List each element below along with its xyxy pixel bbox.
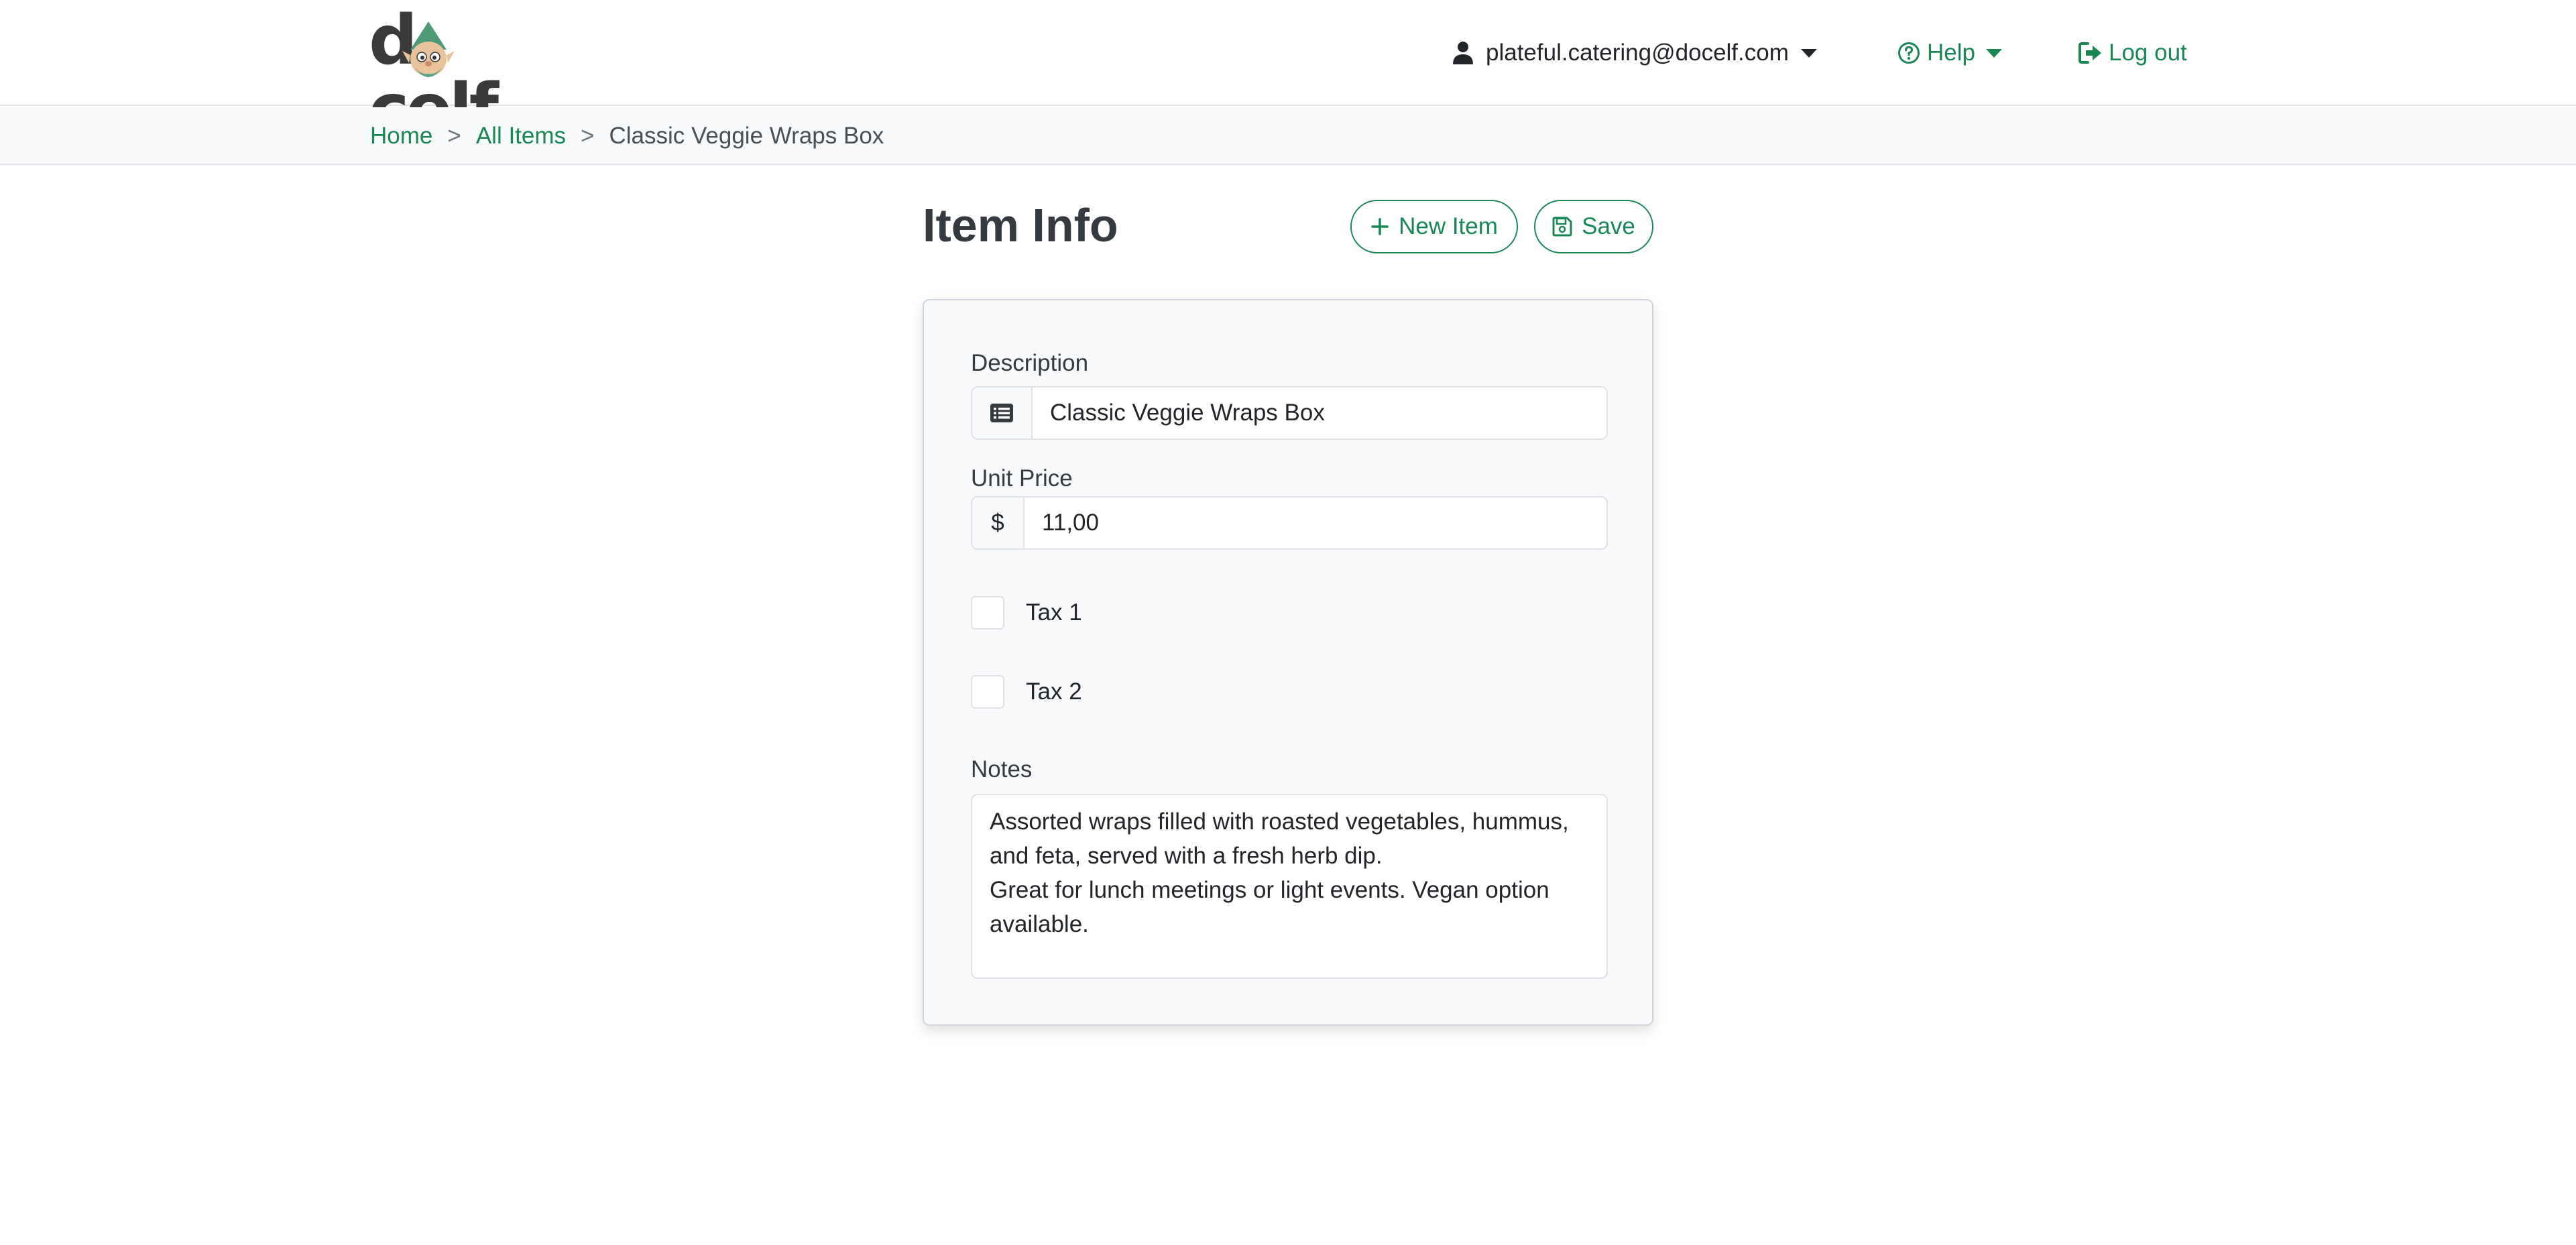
- description-label: Description: [971, 350, 1089, 376]
- new-item-label: New Item: [1399, 213, 1498, 239]
- chevron-down-icon: [1985, 48, 2002, 58]
- docelf-logo[interactable]: dcelf: [369, 7, 563, 143]
- floppy-disk-icon: [1552, 217, 1572, 237]
- currency-addon: $: [972, 497, 1024, 548]
- tax1-checkbox[interactable]: [971, 596, 1004, 630]
- user-email: plateful.catering@docelf.com: [1486, 40, 1789, 66]
- user-menu-dropdown[interactable]: plateful.catering@docelf.com: [1452, 38, 1817, 68]
- help-label: Help: [1927, 40, 1975, 66]
- tax1-label[interactable]: Tax 1: [1026, 599, 1082, 626]
- description-input[interactable]: Classic Veggie Wraps Box: [1033, 388, 1606, 438]
- notes-textarea[interactable]: Assorted wraps filled with roasted veget…: [971, 794, 1608, 979]
- notes-line: Great for lunch meetings or light events…: [990, 877, 1549, 903]
- tax2-label[interactable]: Tax 2: [1026, 678, 1082, 705]
- question-circle-icon: [1898, 42, 1920, 64]
- logout-link[interactable]: Log out: [2079, 38, 2187, 68]
- elf-mascot-icon: [402, 21, 455, 77]
- unit-price-field[interactable]: $ 11,00: [971, 496, 1608, 550]
- breadcrumb-all-items-link[interactable]: All Items: [476, 123, 566, 150]
- tax2-row: Tax 2: [971, 674, 1082, 709]
- page-title: Item Info: [923, 199, 1118, 251]
- help-menu-dropdown[interactable]: Help: [1897, 38, 2002, 68]
- breadcrumb-separator: >: [447, 123, 461, 149]
- chevron-down-icon: [1800, 48, 1817, 58]
- item-info-card: Description Classic Veggie Wraps Box Uni…: [923, 299, 1653, 1026]
- list-icon: [990, 404, 1013, 422]
- breadcrumb-separator: >: [581, 123, 595, 149]
- new-item-button[interactable]: New Item: [1350, 200, 1518, 253]
- plus-icon: [1371, 218, 1389, 235]
- breadcrumb-bar: Home > All Items > Classic Veggie Wraps …: [0, 107, 2576, 165]
- user-icon: [1453, 42, 1473, 64]
- notes-line: and feta, served with a fresh herb dip.: [990, 843, 1383, 869]
- breadcrumb: Home > All Items > Classic Veggie Wraps …: [370, 107, 884, 165]
- description-addon: [972, 388, 1033, 438]
- unit-price-label: Unit Price: [971, 465, 1073, 491]
- unit-price-input[interactable]: 11,00: [1024, 497, 1606, 548]
- breadcrumb-home-link[interactable]: Home: [370, 123, 432, 150]
- top-navbar: dcelf plateful.catering@docelf.com: [0, 0, 2576, 143]
- tax2-checkbox[interactable]: [971, 675, 1004, 709]
- notes-line: available.: [990, 911, 1089, 937]
- description-field[interactable]: Classic Veggie Wraps Box: [971, 386, 1608, 440]
- logout-label: Log out: [2109, 40, 2187, 66]
- tax1-row: Tax 1: [971, 595, 1082, 630]
- notes-label: Notes: [971, 756, 1033, 782]
- sign-out-icon: [2079, 42, 2101, 64]
- notes-line: Assorted wraps filled with roasted veget…: [990, 809, 1569, 835]
- breadcrumb-current: Classic Veggie Wraps Box: [609, 123, 884, 149]
- save-button[interactable]: Save: [1534, 200, 1653, 253]
- save-label: Save: [1582, 213, 1635, 239]
